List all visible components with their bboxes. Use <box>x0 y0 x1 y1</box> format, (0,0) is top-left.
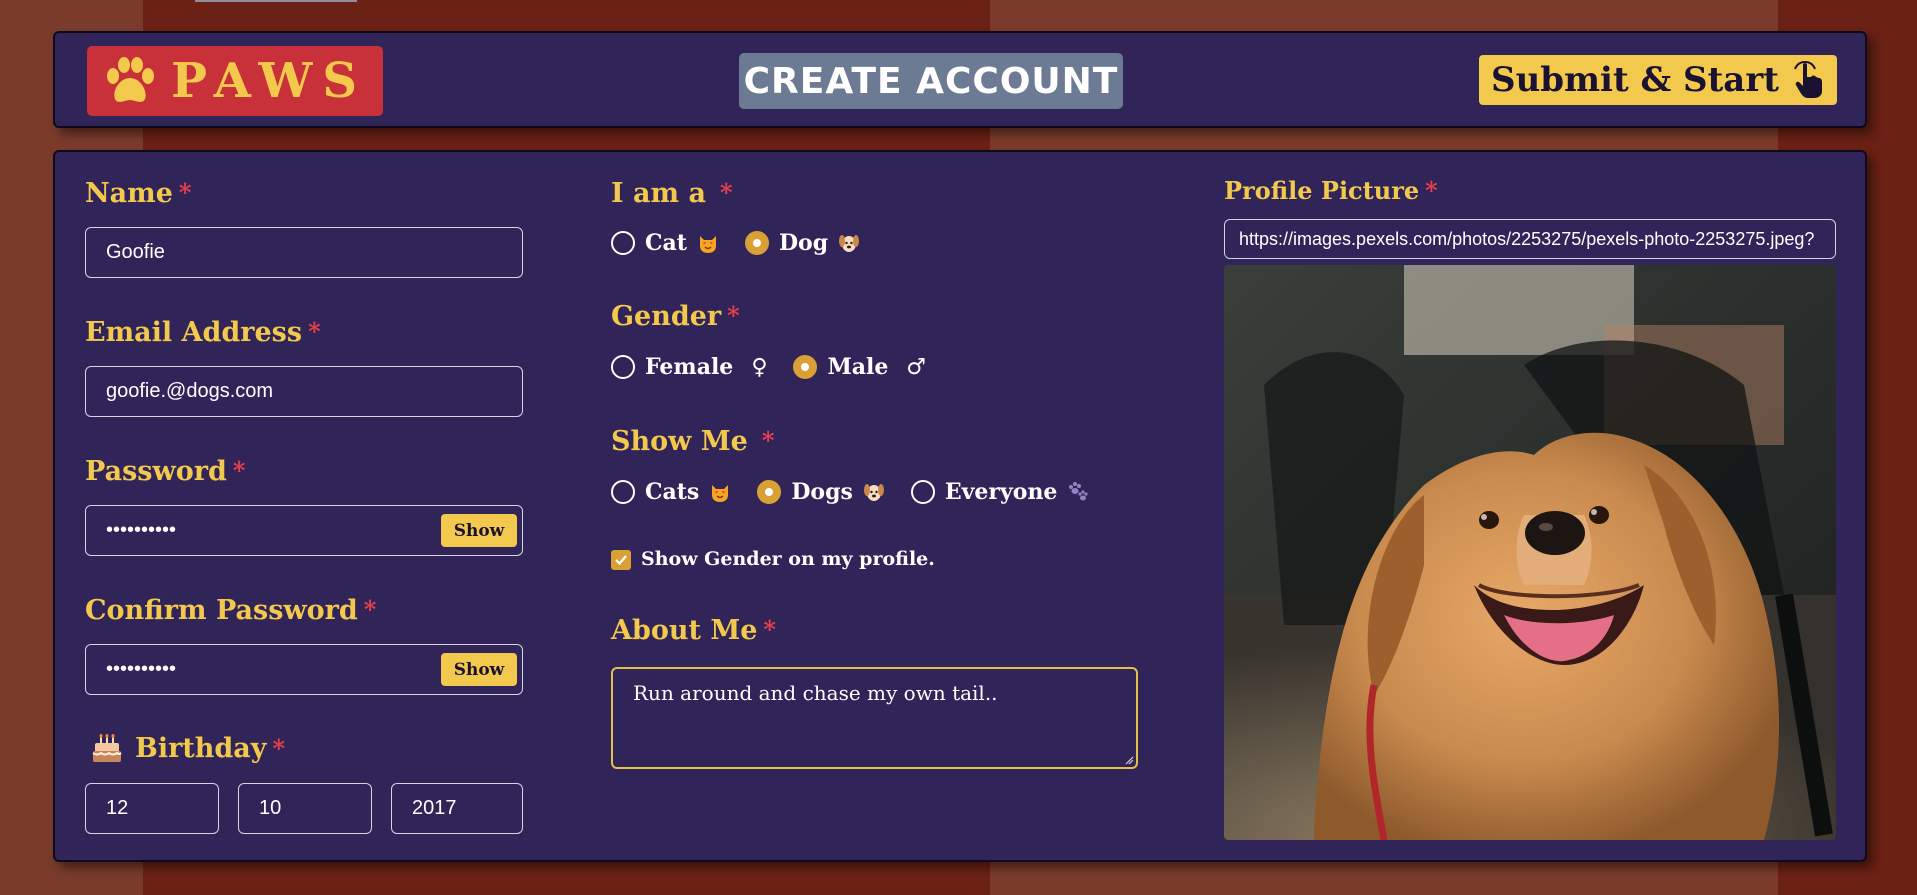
gender-male-radio[interactable] <box>793 355 818 379</box>
show-confirm-password-button[interactable]: Show <box>441 653 517 686</box>
about-me-label: About Me * <box>611 615 776 646</box>
i-am-dog-option[interactable]: Dog <box>744 230 860 256</box>
show-me-cats-label: Cats <box>645 479 700 505</box>
logo-text: PAWS <box>170 53 368 109</box>
cat-face-emoji-icon <box>699 236 716 253</box>
about-me-text: Run around and chase my own tail.. <box>633 681 998 705</box>
gender-male-label: Male <box>827 354 889 380</box>
birthday-label: Birthday * <box>91 733 285 764</box>
i-am-cat-label: Cat <box>645 230 687 256</box>
confirm-password-label: Confirm Password * <box>85 595 377 626</box>
password-input[interactable]: •••••••••• Show <box>85 505 523 556</box>
show-me-dogs-label: Dogs <box>791 479 853 505</box>
paw-prints-icon <box>1069 482 1089 501</box>
i-am-dog-radio[interactable] <box>744 231 769 255</box>
show-me-everyone-radio[interactable] <box>910 480 935 504</box>
show-gender-label: Show Gender on my profile. <box>641 548 935 570</box>
i-am-cat-option[interactable]: Cat <box>611 230 719 256</box>
female-symbol-icon: ♀ <box>751 354 768 380</box>
paw-icon <box>106 57 154 102</box>
birthday-month-input[interactable]: 12 <box>85 783 219 834</box>
pointer-hand-icon <box>1794 61 1822 98</box>
dog-face-emoji-icon <box>839 235 860 252</box>
name-label: Name * <box>85 178 192 209</box>
checkmark-icon <box>615 555 627 566</box>
birthday-year-input[interactable]: 2017 <box>391 783 523 834</box>
about-me-textarea[interactable]: Run around and chase my own tail.. <box>611 667 1138 769</box>
gender-male-option[interactable]: Male ♂ <box>793 354 926 380</box>
submit-button[interactable]: Submit & Start <box>1479 55 1837 105</box>
confirm-password-input[interactable]: •••••••••• Show <box>85 644 523 695</box>
password-value: •••••••••• <box>106 519 177 541</box>
email-label: Email Address * <box>85 317 321 348</box>
birthday-cake-icon <box>92 733 122 762</box>
logo[interactable]: PAWS <box>87 46 383 116</box>
password-label: Password * <box>85 456 246 487</box>
show-password-button[interactable]: Show <box>441 514 517 547</box>
show-me-dogs-option[interactable]: Dogs <box>757 479 885 505</box>
header-bar: PAWS CREATE ACCOUNT Submit & Start <box>53 31 1867 128</box>
i-am-cat-radio[interactable] <box>611 231 635 255</box>
dog-face-emoji-icon <box>863 484 884 501</box>
gender-female-radio[interactable] <box>611 355 635 379</box>
confirm-password-value: •••••••••• <box>106 658 177 680</box>
cat-face-emoji-icon <box>712 485 729 502</box>
signup-form-panel: Name * Goofie Email Address * goofie.@dogs… <box>53 150 1867 862</box>
show-me-everyone-option[interactable]: Everyone <box>910 479 1090 505</box>
profile-photo <box>1224 265 1836 840</box>
submit-button-label: Submit & Start <box>1491 60 1779 100</box>
top-scroll-indicator <box>195 0 357 2</box>
show-me-radio-group: Cats Dogs Everyone <box>611 479 1115 505</box>
i-am-a-radio-group: Cat Dog <box>611 230 886 256</box>
show-me-cats-option[interactable]: Cats <box>611 479 731 505</box>
male-symbol-icon: ♂ <box>906 354 927 380</box>
i-am-a-label: I am a * <box>611 178 733 209</box>
i-am-dog-label: Dog <box>778 230 829 256</box>
show-me-everyone-label: Everyone <box>944 479 1058 505</box>
name-input[interactable]: Goofie <box>85 227 523 278</box>
show-gender-checkbox[interactable] <box>611 550 631 570</box>
gender-female-label: Female <box>645 354 734 380</box>
email-input[interactable]: goofie.@dogs.com <box>85 366 523 417</box>
show-me-label: Show Me * <box>611 426 775 457</box>
birthday-day-input[interactable]: 10 <box>238 783 372 834</box>
profile-picture-url-input[interactable]: https://images.pexels.com/photos/2253275… <box>1224 219 1836 259</box>
resize-grip-icon[interactable] <box>1124 755 1134 765</box>
profile-picture-label: Profile Picture * <box>1224 176 1438 205</box>
gender-radio-group: Female ♀ Male ♂ <box>611 354 952 380</box>
show-me-cats-radio[interactable] <box>611 480 635 504</box>
gender-label: Gender * <box>611 301 740 332</box>
show-me-dogs-radio[interactable] <box>757 480 782 504</box>
gender-female-option[interactable]: Female ♀ <box>611 354 767 380</box>
page-title: CREATE ACCOUNT <box>739 53 1123 109</box>
